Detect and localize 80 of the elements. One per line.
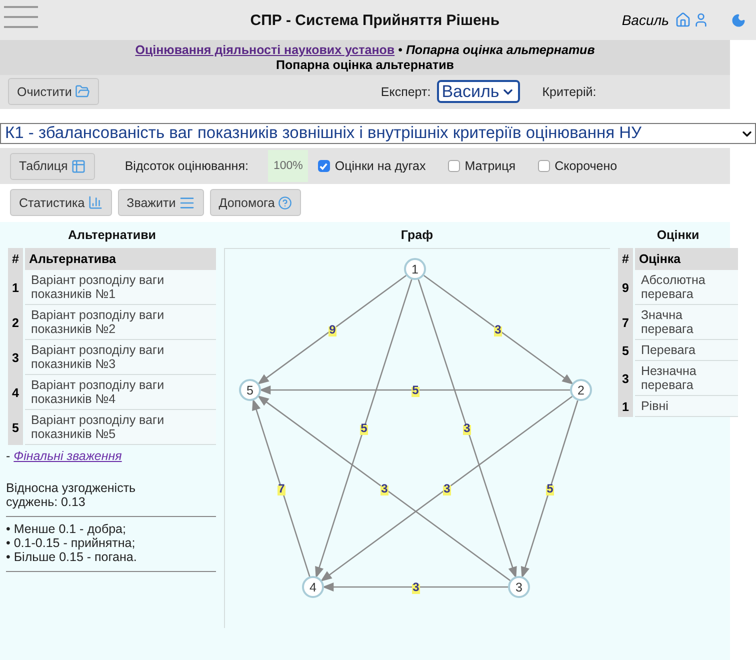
app-title: СПР - Система Прийняття Рішень	[249, 12, 501, 28]
checkbox[interactable]	[448, 160, 460, 172]
action-button[interactable]: Допомога	[210, 189, 301, 216]
legend-item: • 0.1-0.15 - прийнятна;	[6, 536, 136, 550]
column-title: Альтернативи	[67, 227, 157, 244]
graph-node: 2	[570, 379, 592, 401]
column-title: Граф	[400, 227, 434, 244]
edge-label: 3	[443, 482, 451, 496]
help-icon	[278, 196, 292, 210]
clear-button[interactable]: Очистити	[8, 78, 99, 105]
final-weights-link[interactable]: Фінальні зваження	[14, 449, 122, 463]
score-name: Абсолютна перевага	[634, 270, 738, 305]
score-name: Перевага	[634, 340, 738, 361]
user-icon[interactable]	[693, 12, 709, 28]
edge-label: 3	[494, 322, 502, 336]
graph-node: 1	[404, 258, 426, 280]
expert-select[interactable]: Василь	[436, 80, 520, 103]
link-prefix: -	[6, 449, 10, 463]
user-name: Василь	[622, 12, 669, 28]
checkbox[interactable]	[538, 160, 550, 172]
row-number: 9	[618, 270, 633, 305]
row-number: 3	[618, 361, 633, 396]
criterion-select[interactable]: К1 - збалансованість ваг показників зовнішніх і внутрішніх критеріїв оцінювання НУ	[0, 123, 756, 144]
row-number: 5	[8, 410, 23, 445]
score-name: Рівні	[634, 396, 738, 417]
row-number: 1	[8, 270, 23, 305]
folder-icon	[74, 84, 90, 99]
edge-label: 5	[360, 421, 368, 435]
alternative-name: Варіант розподілу ваги показників №1	[24, 270, 216, 305]
breadcrumb-separator: •	[398, 43, 402, 57]
checkbox-option[interactable]: Оцінки на дугах	[318, 159, 426, 173]
alternative-name: Варіант розподілу ваги показників №4	[24, 375, 216, 410]
edge-label: 5	[412, 383, 420, 397]
alternative-name: Варіант розподілу ваги показників №5	[24, 410, 216, 445]
row-number: 5	[618, 340, 633, 361]
checkbox-option[interactable]: Матриця	[448, 159, 516, 173]
column-title: Оцінки	[656, 227, 700, 244]
breadcrumb-link[interactable]: Оцінювання діяльності наукових установ	[135, 43, 395, 57]
edge-label: 9	[328, 322, 336, 336]
column-header: Оцінка	[634, 248, 738, 270]
breadcrumb-current: Попарна оцінка альтернатив	[406, 43, 595, 57]
alternative-name: Варіант розподілу ваги показників №2	[24, 305, 216, 340]
row-number: 1	[618, 396, 633, 417]
legend-item: • Менше 0.1 - добра;	[6, 522, 127, 536]
checkbox[interactable]	[318, 160, 330, 172]
score-name: Значна перевага	[634, 305, 738, 340]
score-name: Незначна перевага	[634, 361, 738, 396]
action-button[interactable]: Зважити	[118, 189, 204, 216]
action-button[interactable]: Статистика	[10, 189, 112, 216]
alternative-name: Варіант розподілу ваги показників №3	[24, 340, 216, 375]
row-number: 2	[8, 305, 23, 340]
graph-node: 3	[508, 576, 530, 598]
lines-icon	[178, 194, 195, 210]
page-subtitle: Попарна оцінка альтернатив	[275, 58, 455, 73]
row-number: 4	[8, 375, 23, 410]
column-header: #	[8, 248, 23, 270]
column-header: Альтернатива	[24, 248, 216, 270]
edge-label: 5	[546, 482, 554, 496]
graph-node: 5	[239, 379, 261, 401]
table-button[interactable]: Таблиця	[10, 152, 95, 180]
table-icon	[70, 158, 86, 174]
edge-label: 3	[380, 482, 388, 496]
consistency-text: Відносна узгодженість суджень: 0.13	[6, 481, 137, 509]
row-number: 3	[8, 340, 23, 375]
legend-item: • Більше 0.15 - погана.	[6, 550, 138, 564]
home-icon[interactable]	[675, 12, 691, 28]
criterion-label: Критерій:	[542, 84, 596, 98]
column-header: #	[618, 248, 633, 270]
percent-label: Відсоток оцінювання:	[124, 159, 248, 173]
moon-icon[interactable]	[731, 12, 746, 28]
row-number: 7	[618, 305, 633, 340]
percent-value: 100%	[268, 150, 308, 182]
menu-icon[interactable]	[4, 6, 38, 28]
checkbox-option[interactable]: Скорочено	[538, 159, 618, 173]
expert-label: Експерт:	[380, 84, 431, 98]
edge-label: 3	[463, 421, 471, 435]
bar-chart-icon	[88, 195, 103, 210]
edge-label: 7	[278, 482, 286, 496]
edge-label: 3	[412, 580, 420, 594]
graph-node: 4	[302, 576, 324, 598]
